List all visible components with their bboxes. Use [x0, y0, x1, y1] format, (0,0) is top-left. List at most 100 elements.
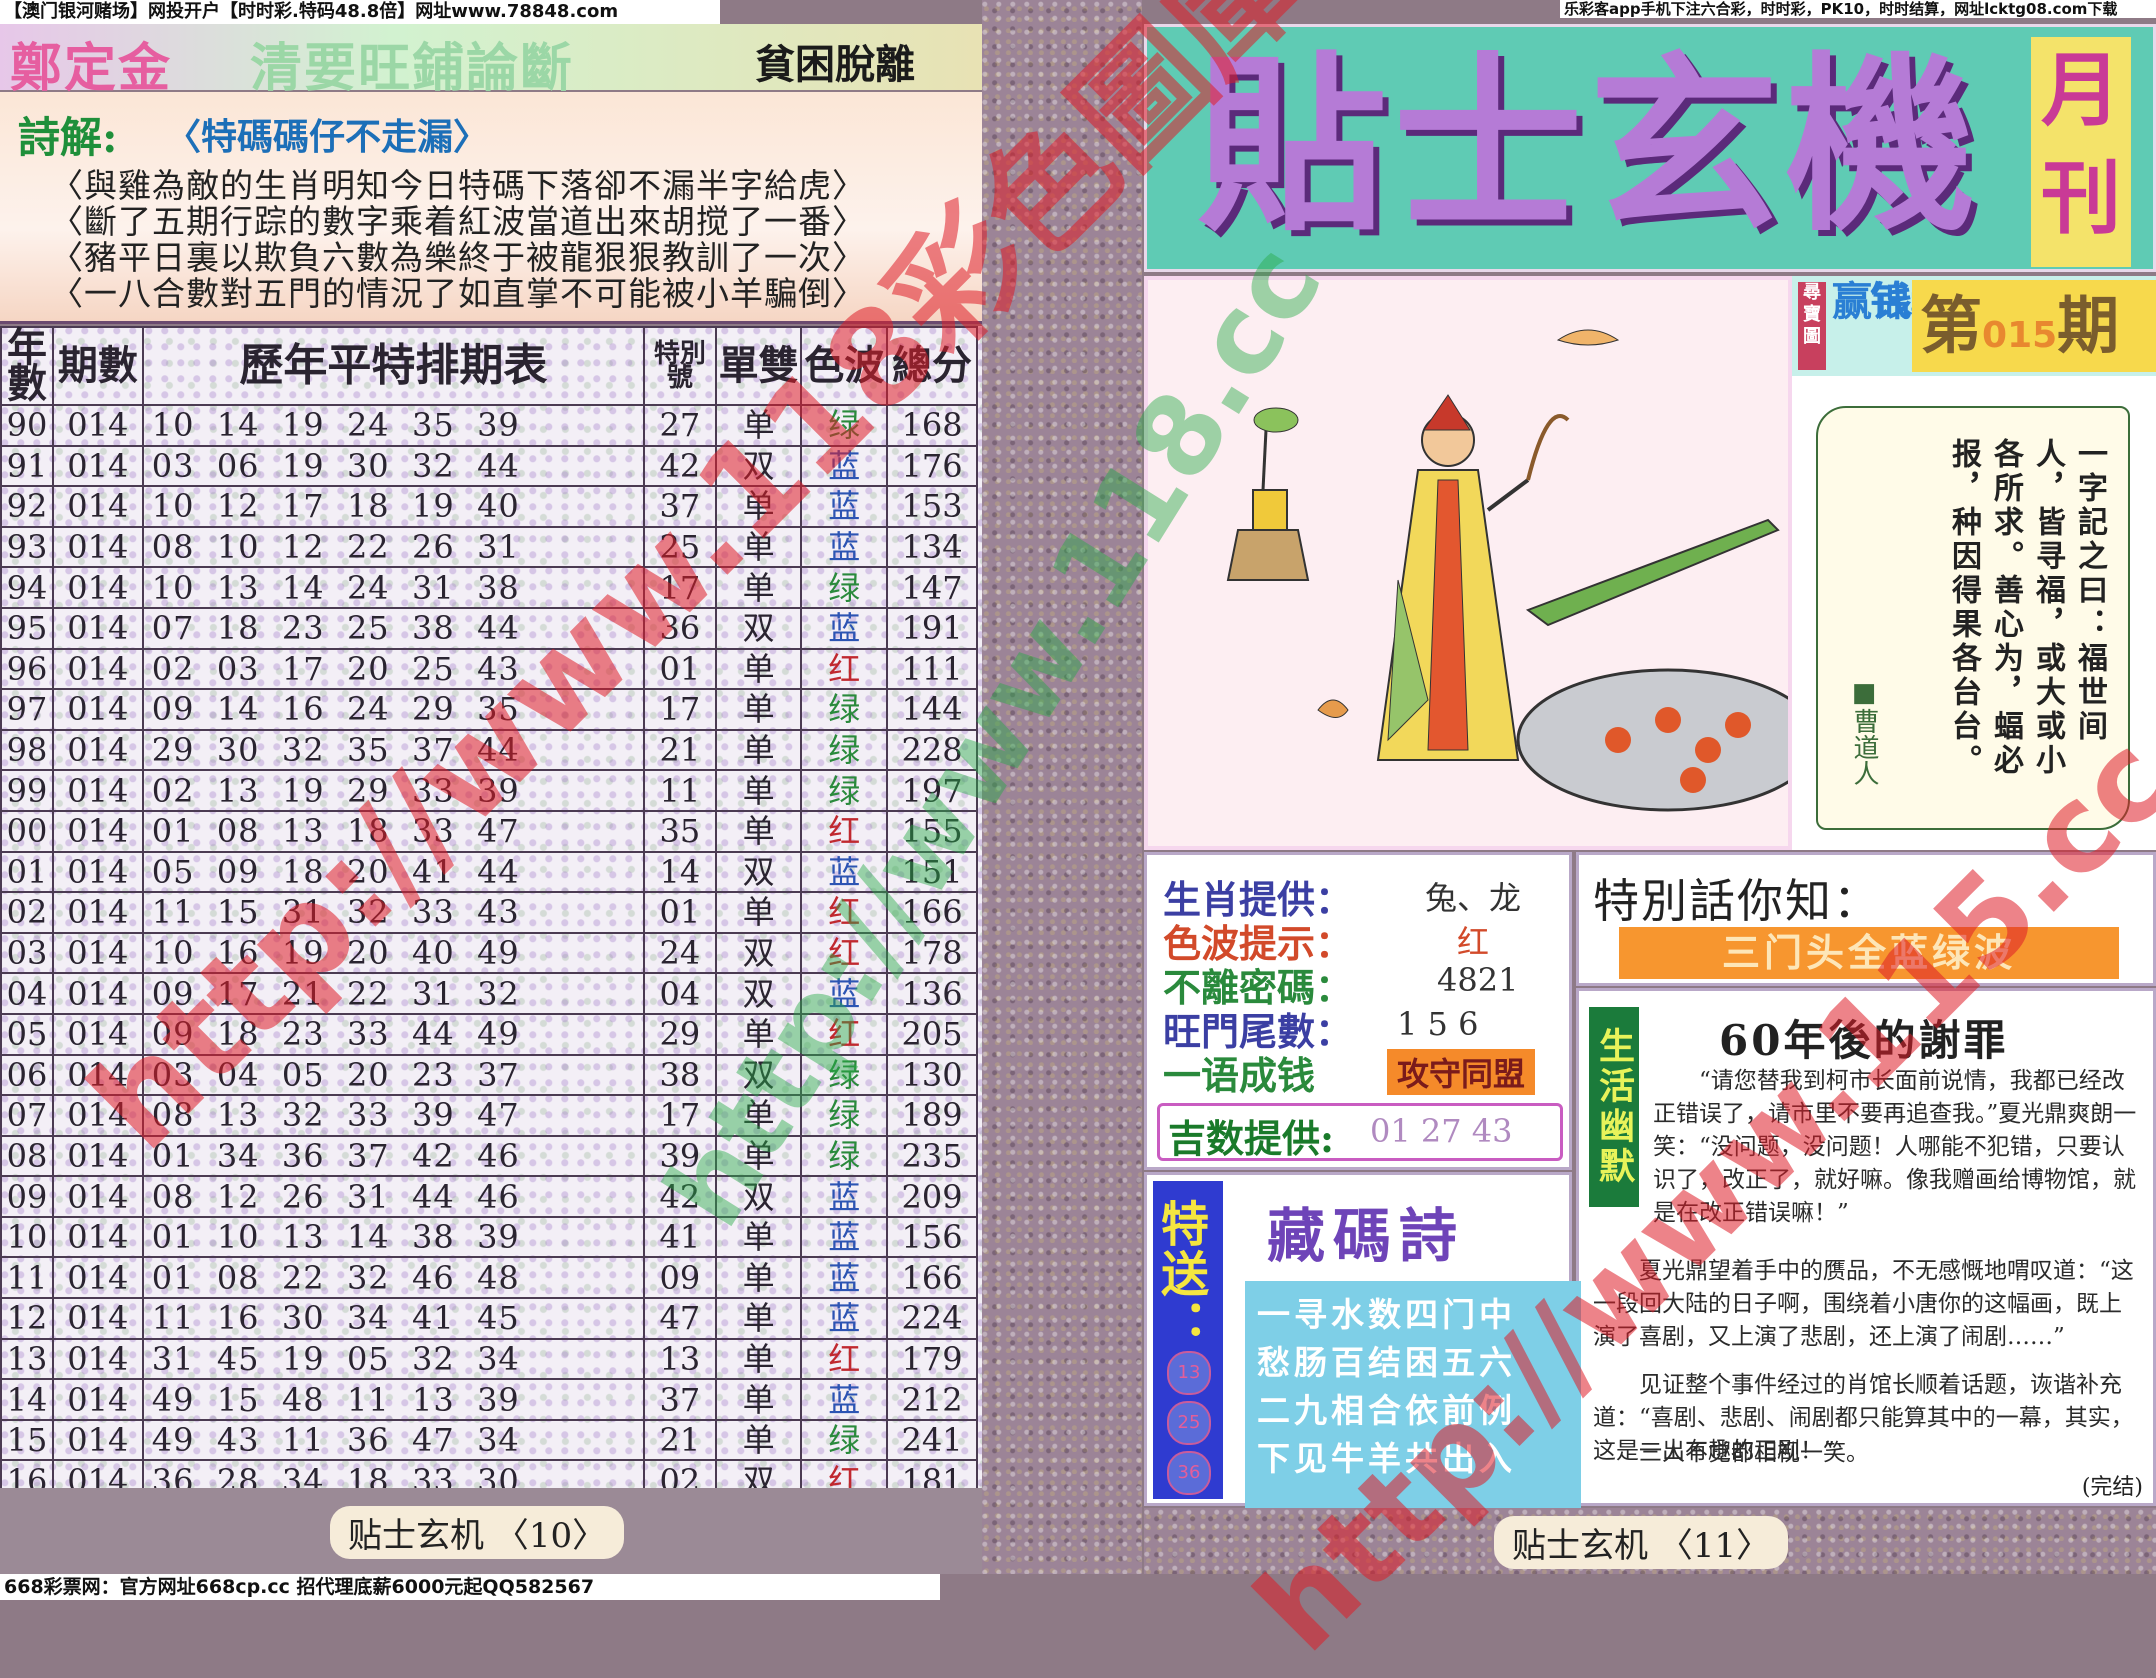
numbers-cell: 09 14 16 24 29 35 [141, 688, 645, 731]
numbers-cell: 07 18 23 25 38 44 [141, 606, 645, 650]
special-cell: 39 [642, 1134, 717, 1178]
odd-even-cell: 双 [714, 444, 803, 488]
footer-title: 贴士玄机 [1512, 1526, 1648, 1566]
special-cell: 42 [642, 1175, 717, 1218]
color-cell: 绿 [800, 769, 889, 812]
gift-ball: 25 [1167, 1401, 1211, 1445]
numbers-cell: 02 03 17 20 25 43 [141, 647, 645, 691]
footer-page-number: 10 [528, 1516, 573, 1556]
color-cell: 蓝 [800, 606, 889, 650]
special-cell: 36 [642, 606, 717, 650]
odd-even-cell: 双 [714, 1175, 803, 1218]
footer-page-number: 11 [1692, 1526, 1737, 1566]
special-cell: 47 [642, 1297, 717, 1340]
period-cell: 014 [51, 1134, 144, 1178]
year-cell: 95 [0, 606, 54, 650]
color-value: 红 [1457, 923, 1490, 961]
odd-even-cell: 单 [714, 1297, 803, 1340]
numbers-cell: 11 15 31 32 33 43 [141, 891, 645, 934]
period-cell: 014 [51, 1378, 144, 1421]
numbers-cell: 31 45 19 05 32 34 [141, 1337, 645, 1381]
special-cell: 24 [642, 931, 717, 975]
table-row: 91 014 03 06 19 30 32 44 42 双蓝 176 [0, 444, 978, 488]
period-cell: 014 [51, 931, 144, 975]
table-row: 97 014 09 14 16 24 29 35 17 单绿 144 [0, 688, 978, 731]
special-cell: 13 [642, 1337, 717, 1381]
poem-line: 〈豬平日裏以欺負六數為樂終于被龍狠狠教訓了一次〉 [50, 238, 866, 277]
poem-section: 詩解: 〈特碼碼仔不走漏〉 〈與雞為敵的生肖明知今日特碼下落卻不漏半字給虎〉 〈… [0, 92, 982, 324]
poem-line: 〈一八合數對五門的情況了如直掌不可能被小羊騙倒〉 [50, 274, 866, 313]
footer-tag-left: 贴士玄机 〈10〉 [330, 1506, 625, 1559]
table-row: 06 014 03 04 05 20 23 37 38 双绿 130 [0, 1053, 978, 1097]
odd-even-cell: 单 [714, 891, 803, 934]
period-cell: 014 [51, 769, 144, 812]
story-paragraph: 三人不觉都相视一笑。 [1639, 1440, 1869, 1466]
header-brand: 鄭定金 [10, 38, 173, 99]
issue-num: 015 [1982, 315, 2058, 356]
tip-panel: 特別話你知： 三门头全蓝绿波 [1576, 852, 2156, 986]
odd-even-cell: 双 [714, 931, 803, 975]
color-cell: 红 [800, 1337, 889, 1381]
odd-even-cell: 单 [714, 404, 803, 447]
hidden-code-poem: 一寻水数四门中 愁肠百结困五六 二九相合依前例 下见牛羊共出入 [1245, 1281, 1581, 1511]
color-cell: 绿 [800, 688, 889, 731]
odd-even-cell: 双 [714, 606, 803, 650]
year-cell: 06 [0, 1053, 54, 1097]
history-table-section: 年數 期數 歷年平特排期表 特別號 單雙 色波 總分 90 014 10 14 19… [0, 326, 982, 1503]
treasure-map-tag: 尋寶圖 [1798, 282, 1826, 370]
table-row: 04 014 09 17 21 22 31 32 04 双蓝 136 [0, 972, 978, 1015]
period-cell: 014 [51, 566, 144, 609]
year-cell: 05 [0, 1012, 54, 1056]
col-special: 特別號 [642, 326, 717, 406]
monthly-badge: 月刊 [2031, 37, 2131, 267]
history-rows: 90 014 10 14 19 24 35 39 27 单绿 168 91 014 03 06 … [0, 404, 978, 1503]
odd-even-cell: 单 [714, 769, 803, 812]
total-cell: 178 [886, 931, 978, 975]
color-cell: 蓝 [800, 972, 889, 1015]
illustration [1144, 276, 1820, 850]
total-cell: 166 [886, 1256, 978, 1300]
period-cell: 014 [51, 1418, 144, 1462]
special-cell: 17 [642, 688, 717, 731]
year-cell: 91 [0, 444, 54, 488]
numbers-cell: 03 04 05 20 23 37 [141, 1053, 645, 1097]
color-cell: 蓝 [800, 525, 889, 569]
period-cell: 014 [51, 1215, 144, 1259]
odd-even-cell: 单 [714, 1418, 803, 1462]
period-cell: 014 [51, 606, 144, 650]
year-cell: 09 [0, 1175, 54, 1218]
odd-even-cell: 单 [714, 809, 803, 853]
year-cell: 98 [0, 728, 54, 772]
table-row: 02 014 11 15 31 32 33 43 01 单红 166 [0, 891, 978, 934]
total-cell: 191 [886, 606, 978, 650]
numbers-cell: 10 16 19 20 40 49 [141, 931, 645, 975]
right-title-section: 貼士玄機 月刊 [1144, 24, 2156, 272]
color-cell: 蓝 [800, 444, 889, 488]
special-cell: 17 [642, 1094, 717, 1137]
poem-title: 詩解: [18, 113, 118, 162]
numbers-cell: 10 13 14 24 31 38 [141, 566, 645, 609]
odd-even-cell: 单 [714, 1215, 803, 1259]
color-cell: 绿 [800, 1418, 889, 1462]
special-cell: 42 [642, 444, 717, 488]
period-cell: 014 [51, 688, 144, 731]
total-cell: 224 [886, 1297, 978, 1340]
odd-even-cell: 单 [714, 525, 803, 569]
footer-title: 贴士玄机 [348, 1516, 484, 1556]
special-cell: 21 [642, 728, 717, 772]
table-row: 01 014 05 09 18 20 41 44 14 双蓝 151 [0, 850, 978, 894]
numbers-cell: 01 10 13 14 38 39 [141, 1215, 645, 1259]
period-cell: 014 [51, 850, 144, 894]
special-cell: 25 [642, 525, 717, 569]
special-cell: 09 [642, 1256, 717, 1300]
color-cell: 蓝 [800, 1215, 889, 1259]
period-cell: 014 [51, 1256, 144, 1300]
color-cell: 蓝 [800, 1175, 889, 1218]
year-cell: 02 [0, 891, 54, 934]
scroll-text: 一字記之曰：福世间人，皆寻福，或大或小各所求。善心为，蝠必报，种因得果各台台。 [1946, 438, 2107, 778]
total-cell: 130 [886, 1053, 978, 1097]
table-row: 13 014 31 45 19 05 32 34 13 单红 179 [0, 1337, 978, 1381]
color-cell: 绿 [800, 566, 889, 609]
gift-poem-line: 一寻水数四门中 [1257, 1295, 1516, 1334]
gift-label: 特送： [1152, 1199, 1208, 1349]
